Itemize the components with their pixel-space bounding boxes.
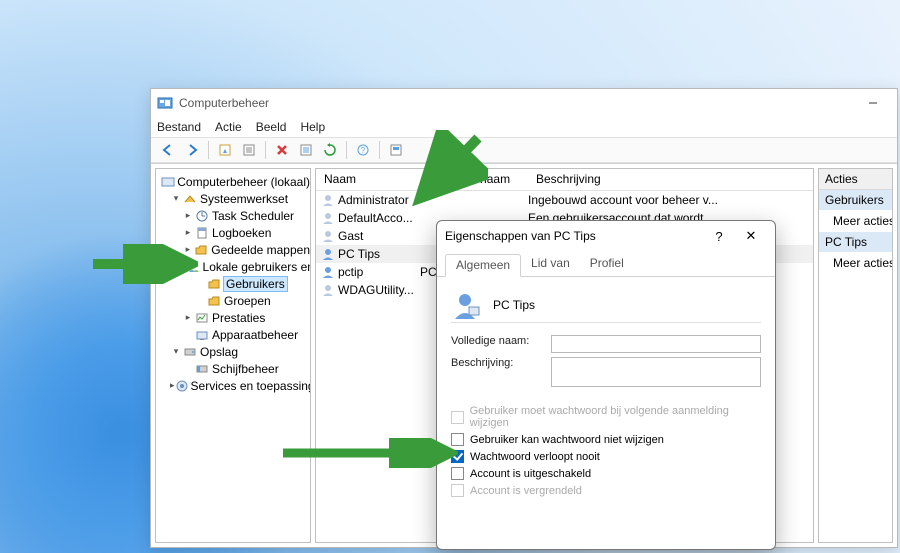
tree-prestaties[interactable]: ▸Prestaties: [156, 309, 310, 326]
properties-icon[interactable]: [238, 139, 260, 161]
titlebar[interactable]: Computerbeheer: [151, 89, 897, 117]
tab-profiel[interactable]: Profiel: [580, 253, 634, 276]
field-volledige-naam: Volledige naam:: [451, 335, 761, 353]
tree-gebruikers[interactable]: Gebruikers: [156, 275, 310, 292]
tree-apparaatbeheer[interactable]: Apparaatbeheer: [156, 326, 310, 343]
chk-wachtwoord-wijzigen: Gebruiker moet wachtwoord bij volgende a…: [451, 405, 761, 429]
col-besch[interactable]: Beschrijving: [528, 169, 813, 190]
tree-opslag[interactable]: ▾Opslag: [156, 343, 310, 360]
tree-systeemwerkset[interactable]: ▾Systeemwerkset: [156, 190, 310, 207]
app-icon: [157, 95, 173, 111]
tree-pane[interactable]: Computerbeheer (lokaal) ▾Systeemwerkset …: [155, 168, 311, 543]
minimize-button[interactable]: [855, 91, 891, 115]
dialog-close-button[interactable]: ✕: [735, 224, 767, 248]
properties-dialog: Eigenschappen van PC Tips ? ✕ Algemeen L…: [436, 220, 776, 550]
actions-group-gebruikers[interactable]: Gebruikers: [819, 190, 892, 210]
chk-verloopt-nooit[interactable]: Wachtwoord verloopt nooit: [451, 450, 761, 463]
actions-header: Acties: [819, 169, 892, 190]
checkbox-icon[interactable]: [451, 450, 464, 463]
list-icon[interactable]: [295, 139, 317, 161]
new-icon[interactable]: [214, 139, 236, 161]
chk-uitgeschakeld[interactable]: Account is uitgeschakeld: [451, 467, 761, 480]
chk-niet-wijzigen[interactable]: Gebruiker kan wachtwoord niet wijzigen: [451, 433, 761, 446]
tree-gedeelde-mappen[interactable]: ▸Gedeelde mappen: [156, 241, 310, 258]
actions-group-pctips[interactable]: PC Tips: [819, 232, 892, 252]
label-beschrijving: Beschrijving:: [451, 357, 551, 369]
list-header: Naam Volledige naam Beschrijving: [316, 169, 813, 191]
checkbox-icon[interactable]: [451, 433, 464, 446]
menu-beeld[interactable]: Beeld: [256, 120, 287, 134]
dialog-title: Eigenschappen van PC Tips: [445, 229, 596, 243]
dialog-titlebar[interactable]: Eigenschappen van PC Tips ? ✕: [437, 221, 775, 251]
dialog-user-header: PC Tips: [451, 287, 761, 323]
help-icon[interactable]: ?: [352, 139, 374, 161]
tree-task-scheduler[interactable]: ▸Task Scheduler: [156, 207, 310, 224]
dialog-help-button[interactable]: ?: [703, 224, 735, 248]
tree-groepen[interactable]: Groepen: [156, 292, 310, 309]
dialog-user-name: PC Tips: [493, 298, 535, 312]
tree-services[interactable]: ▸Services en toepassingen: [156, 377, 310, 394]
actions-item-meer1[interactable]: Meer acties: [819, 210, 892, 232]
back-button[interactable]: [157, 139, 179, 161]
tab-algemeen[interactable]: Algemeen: [445, 254, 521, 277]
toolbar: ?: [151, 137, 897, 163]
tab-lidvan[interactable]: Lid van: [521, 253, 580, 276]
actions-item-meer2[interactable]: Meer acties: [819, 252, 892, 274]
dialog-tabs: Algemeen Lid van Profiel: [437, 253, 775, 277]
field-beschrijving: Beschrijving:: [451, 357, 761, 387]
col-naam[interactable]: Naam: [316, 169, 420, 190]
forward-button[interactable]: [181, 139, 203, 161]
menu-help[interactable]: Help: [300, 120, 325, 134]
checkbox-icon[interactable]: [451, 467, 464, 480]
tree-root[interactable]: Computerbeheer (lokaal): [156, 173, 310, 190]
window-title: Computerbeheer: [179, 96, 269, 110]
menu-actie[interactable]: Actie: [215, 120, 242, 134]
delete-icon[interactable]: [271, 139, 293, 161]
checkbox-icon: [451, 411, 464, 424]
user-icon: [451, 289, 483, 321]
refresh-icon[interactable]: [319, 139, 341, 161]
svg-text:?: ?: [361, 146, 366, 155]
menubar: Bestand Actie Beeld Help: [151, 117, 897, 137]
menu-bestand[interactable]: Bestand: [157, 120, 201, 134]
actions-pane: Acties Gebruikers Meer acties PC Tips Me…: [818, 168, 893, 543]
label-volledige-naam: Volledige naam:: [451, 335, 551, 347]
tree-schijfbeheer[interactable]: Schijfbeheer: [156, 360, 310, 377]
input-volledige-naam[interactable]: [551, 335, 761, 353]
chk-vergrendeld: Account is vergrendeld: [451, 484, 761, 497]
tree-lokale-gebruikers[interactable]: ▾Lokale gebruikers en groepen: [156, 258, 310, 275]
checkbox-icon: [451, 484, 464, 497]
dialog-body: PC Tips Volledige naam: Beschrijving: Ge…: [437, 277, 775, 549]
col-voll[interactable]: Volledige naam: [420, 169, 528, 190]
extra-icon[interactable]: [385, 139, 407, 161]
input-beschrijving[interactable]: [551, 357, 761, 387]
tree-logboeken[interactable]: ▸Logboeken: [156, 224, 310, 241]
list-row[interactable]: AdministratorIngebouwd account voor behe…: [316, 191, 813, 209]
